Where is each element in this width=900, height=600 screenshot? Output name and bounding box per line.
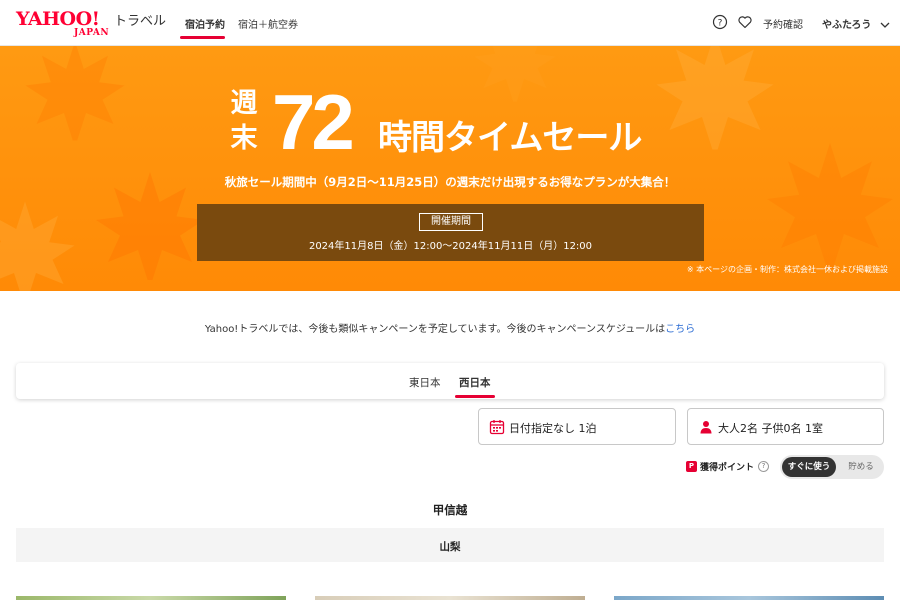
logo-travel: トラベル [114, 14, 167, 29]
site-header: YAHOO! JAPAN トラベル 宿泊予約 宿泊＋航空券 ? 予約確認 やふた… [0, 0, 900, 46]
tab-west-japan[interactable]: 西日本 [459, 375, 491, 390]
period-label: 開催期間 [419, 213, 483, 231]
title-text: 時間タイムセール [378, 118, 642, 158]
use-now-option[interactable]: すぐに使う [782, 457, 836, 477]
campaign-notice: Yahoo!トラベルでは、今後も類似キャンペーンを予定しています。今後のキャンペ… [0, 320, 900, 335]
active-region-indicator [455, 395, 495, 398]
points-toggle: すぐに使う 貯める [780, 455, 884, 479]
heart-icon[interactable] [737, 14, 753, 30]
active-tab-indicator [180, 36, 225, 39]
maple-leaf-decoration [25, 46, 125, 141]
save-points-option[interactable]: 貯める [840, 457, 882, 477]
logo-japan: JAPAN [74, 28, 110, 38]
timesale-hero-banner: 週末 72 時間タイムセール 秋旅セール期間中（9月2日〜11月25日）の週末だ… [0, 46, 900, 291]
area-heading: 甲信越 [432, 503, 468, 517]
reservations-link[interactable]: 予約確認 [763, 16, 803, 31]
campaign-notice-text: Yahoo!トラベルでは、今後も類似キャンペーンを予定しています。今後のキャンペ… [204, 324, 666, 335]
period-dates: 2024年11月8日（金）12:00〜2024年11月11日（月）12:00 [308, 241, 593, 252]
points-icon: P [686, 461, 697, 472]
title-number: 72 [272, 78, 355, 166]
calendar-icon [489, 419, 505, 435]
user-name: やふたろう [822, 20, 872, 31]
question-circle-icon[interactable]: ? [712, 14, 728, 30]
prefecture-label: 山梨 [439, 541, 461, 553]
points-label: 獲得ポイント [700, 463, 755, 473]
chevron-down-icon [880, 22, 890, 28]
hotel-card-image[interactable] [16, 596, 286, 600]
maple-leaf-decoration [0, 201, 75, 291]
prefecture-bar[interactable]: 山梨 [16, 528, 884, 562]
campaign-schedule-link[interactable]: こちら [665, 324, 695, 335]
hero-title: 週末 72 時間タイムセール [226, 80, 686, 166]
yahoo-travel-logo[interactable]: YAHOO! JAPAN トラベル [16, 9, 166, 39]
sale-period-box: 開催期間 2024年11月8日（金）12:00〜2024年11月11日（月）12… [197, 204, 704, 261]
svg-text:?: ? [718, 18, 723, 28]
user-menu[interactable]: やふたろう [822, 16, 890, 31]
maple-leaf-decoration [767, 143, 893, 269]
tab-stay-booking[interactable]: 宿泊予約 [185, 16, 225, 31]
hotel-card-image[interactable] [614, 596, 884, 600]
points-selector: P 獲得ポイント ? すぐに使う 貯める [686, 455, 886, 479]
logo-yahoo: YAHOO! [16, 8, 100, 30]
title-prefix: 週末 [230, 88, 258, 154]
hotel-card-image[interactable] [315, 596, 585, 600]
guests-value: 大人2名 子供0名 1室 [718, 422, 823, 435]
tab-stay-plus-flight[interactable]: 宿泊＋航空券 [238, 16, 298, 31]
region-tabs: 東日本 西日本 [16, 363, 884, 399]
date-value: 日付指定なし 1泊 [509, 422, 597, 435]
points-help-icon[interactable]: ? [758, 461, 769, 472]
guests-selector[interactable]: 大人2名 子供0名 1室 [687, 408, 884, 445]
person-icon [698, 419, 714, 435]
hero-subtitle: 秋旅セール期間中（9月2日〜11月25日）の週末だけ出現するお得なプランが大集合… [224, 175, 676, 189]
date-selector[interactable]: 日付指定なし 1泊 [478, 408, 676, 445]
tab-east-japan[interactable]: 東日本 [409, 375, 441, 390]
hero-footnote: ※ 本ページの企画・制作：株式会社一休および掲載施設 [686, 265, 888, 274]
